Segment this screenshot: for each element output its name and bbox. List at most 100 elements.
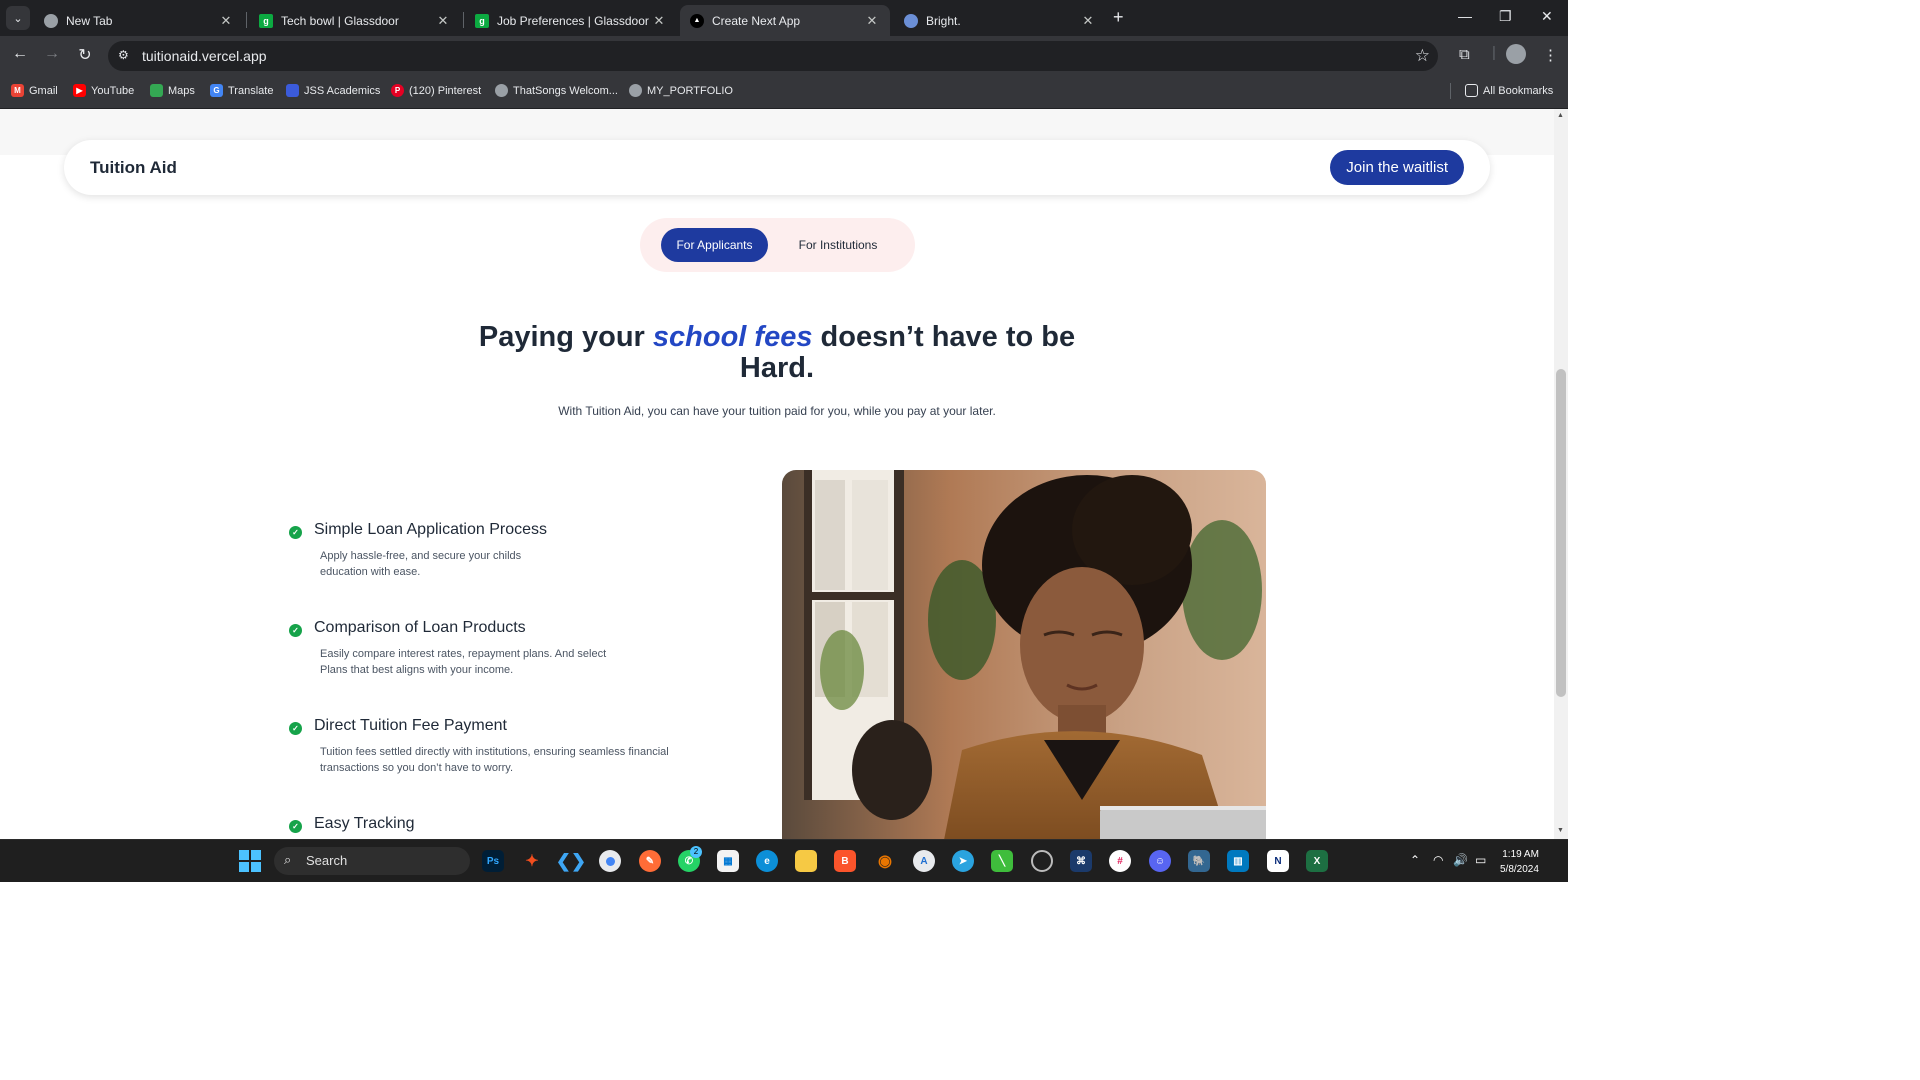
translate-icon: G (210, 84, 223, 97)
scroll-down-arrow[interactable]: ▼ (1557, 827, 1564, 834)
globe-icon (495, 84, 508, 97)
student-illustration (782, 470, 1266, 839)
tab-bright[interactable]: Bright. ✕ (894, 5, 1106, 36)
join-waitlist-button[interactable]: Join the waitlist (1330, 150, 1464, 185)
check-circle-icon: ✓ (289, 526, 302, 539)
hero-subheadline: With Tuition Aid, you can have your tuit… (558, 404, 996, 418)
close-icon[interactable]: ✕ (218, 13, 234, 29)
globe-icon (629, 84, 642, 97)
store-icon[interactable]: ▦ (717, 850, 739, 872)
postgres-icon[interactable]: 🐘 (1188, 850, 1210, 872)
telegram-icon[interactable]: ➤ (952, 850, 974, 872)
feature-desc-line: Plans that best aligns with your income. (320, 664, 514, 676)
all-bookmarks-button[interactable]: All Bookmarks (1465, 84, 1553, 97)
back-icon[interactable]: ← (9, 45, 31, 63)
tab-tech-bowl[interactable]: g Tech bowl | Glassdoor ✕ (249, 5, 461, 36)
wifi-icon[interactable]: ◠ (1433, 853, 1443, 867)
site-info-icon[interactable]: ⚙ (118, 48, 129, 62)
bookmark-youtube[interactable]: ▶ YouTube (73, 84, 134, 97)
tab-create-next-app[interactable]: ▲ Create Next App ✕ (680, 5, 890, 36)
new-tab-button[interactable]: + (1113, 8, 1124, 26)
clock-time: 1:19 AM (1502, 849, 1539, 860)
bookmark-my-portfolio[interactable]: MY_PORTFOLIO (629, 84, 733, 97)
close-icon[interactable]: ✕ (1080, 13, 1096, 29)
nextjs-icon: ▲ (690, 13, 704, 28)
tab-new-tab[interactable]: New Tab ✕ (34, 5, 244, 36)
check-circle-icon: ✓ (289, 624, 302, 637)
headline-emphasis: school fees (652, 321, 813, 353)
scrollbar-thumb[interactable] (1556, 369, 1566, 697)
app-icon[interactable]: ╲ (991, 850, 1013, 872)
postman-icon[interactable]: ✎ (639, 850, 661, 872)
bookmarks-divider (1450, 83, 1451, 99)
windows-start-icon[interactable] (239, 850, 261, 872)
trello-icon[interactable]: ▥ (1227, 850, 1249, 872)
battery-icon[interactable]: ▭ (1475, 853, 1486, 867)
url-text[interactable]: tuitionaid.vercel.app (142, 48, 267, 64)
profile-avatar[interactable] (1506, 44, 1526, 64)
bookmark-jss-academics[interactable]: JSS Academics (286, 84, 380, 97)
tab-job-preferences[interactable]: g Job Preferences | Glassdoor ✕ (465, 5, 677, 36)
restore-icon[interactable]: ❐ (1499, 8, 1512, 25)
vscode-icon[interactable]: ❮❯ (556, 850, 586, 872)
tab-for-institutions[interactable]: For Institutions (782, 228, 894, 262)
blender-icon[interactable]: ◉ (874, 850, 896, 872)
volume-icon[interactable]: 🔊 (1453, 853, 1468, 867)
check-circle-icon: ✓ (289, 722, 302, 735)
headline-pre: Paying your (478, 321, 653, 353)
tab-for-applicants[interactable]: For Applicants (661, 228, 768, 262)
maps-icon (150, 84, 163, 97)
bookmark-maps[interactable]: Maps (150, 84, 195, 97)
glassdoor-icon: g (475, 13, 489, 28)
extensions-icon[interactable]: ⧉ (1459, 46, 1470, 63)
close-icon[interactable]: ✕ (864, 13, 880, 29)
feature-description: Easily compare interest rates, repayment… (320, 646, 606, 678)
brave-icon[interactable]: B (834, 850, 856, 872)
excel-icon[interactable]: X (1306, 850, 1328, 872)
address-bar[interactable]: ⚙ tuitionaid.vercel.app ☆ (108, 41, 1438, 71)
youtube-icon: ▶ (73, 84, 86, 97)
bookmark-pinterest[interactable]: P (120) Pinterest (391, 84, 481, 97)
tray-chevron-icon[interactable]: ⌃ (1410, 853, 1420, 867)
notion-icon[interactable]: N (1267, 850, 1289, 872)
window-close-icon[interactable]: ✕ (1541, 8, 1553, 25)
page-viewport: Tuition Aid Join the waitlist For Applic… (0, 109, 1554, 839)
pinterest-icon: P (391, 84, 404, 97)
file-explorer-icon[interactable] (795, 850, 817, 872)
bookmark-thatsongs[interactable]: ThatSongs Welcom... (495, 84, 618, 97)
close-icon[interactable]: ✕ (435, 13, 451, 29)
edge-icon[interactable]: e (756, 850, 778, 872)
minimize-icon[interactable]: — (1458, 8, 1472, 24)
discord-icon[interactable]: ☺ (1149, 850, 1171, 872)
taskbar-clock[interactable]: 1:19 AM 5/8/2024 (1500, 847, 1539, 877)
obs-icon[interactable] (1031, 850, 1053, 872)
taskbar-search[interactable]: ⌕ Search (274, 847, 470, 875)
chrome-icon (44, 13, 58, 28)
feature-title: Direct Tuition Fee Payment (314, 717, 507, 734)
close-icon[interactable]: ✕ (651, 13, 667, 29)
chrome-icon[interactable] (599, 850, 621, 872)
bookmark-translate[interactable]: G Translate (210, 84, 273, 97)
slack-icon[interactable]: # (1109, 850, 1131, 872)
tab-divider (463, 12, 464, 28)
app-icon[interactable]: A (913, 850, 935, 872)
photoshop-icon[interactable]: Ps (482, 850, 504, 872)
figma-icon[interactable]: ✦ (521, 850, 543, 872)
tab-search-button[interactable]: ⌄ (6, 6, 30, 30)
page-scrollbar[interactable]: ▲ ▼ (1554, 109, 1568, 839)
windows-taskbar: ⌕ Search Ps ✦ ❮❯ ✎ ✆ 2 ▦ e B ◉ A ➤ ╲ ⌘ #… (0, 839, 1568, 882)
reload-icon[interactable]: ↻ (74, 45, 96, 65)
scroll-up-arrow[interactable]: ▲ (1557, 112, 1564, 119)
check-circle-icon: ✓ (289, 820, 302, 833)
glassdoor-icon: g (259, 13, 273, 28)
bookmark-star-icon[interactable]: ☆ (1415, 46, 1430, 66)
bookmark-gmail[interactable]: M Gmail (11, 84, 58, 97)
feature-description: Apply hassle-free, and secure your child… (320, 548, 521, 580)
feature-title: Comparison of Loan Products (314, 619, 526, 636)
menu-kebab-icon[interactable]: ⋮ (1543, 46, 1558, 64)
brand-logo[interactable]: Tuition Aid (90, 158, 177, 178)
tab-divider (246, 12, 247, 28)
feature-desc-line: transactions so you don’t have to worry. (320, 762, 514, 774)
forward-icon[interactable]: → (41, 45, 63, 63)
app-icon[interactable]: ⌘ (1070, 850, 1092, 872)
